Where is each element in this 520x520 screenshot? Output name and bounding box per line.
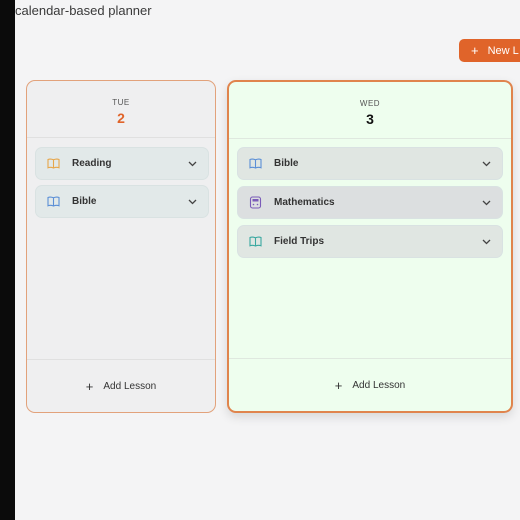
add-lesson-label: Add Lesson [352,379,406,391]
day-number: 3 [366,111,374,127]
lesson-label: Mathematics [274,197,335,208]
lesson-card[interactable]: Mathematics [237,186,503,219]
lesson-card[interactable]: Bible [237,147,503,180]
lesson-label: Reading [72,158,112,169]
lesson-label: Field Trips [274,236,325,247]
lesson-label: Bible [274,158,299,169]
day-header: WED 3 [229,82,511,139]
plus-icon: + [334,377,343,393]
chevron-down-icon[interactable] [482,159,492,169]
day-column-wed: WED 3 Bible Mathematics Field Trips + Ad… [227,80,513,413]
book-icon [248,158,262,170]
book-icon [248,236,262,248]
left-edge-strip [0,0,15,520]
plus-icon: + [471,43,479,58]
chevron-down-icon[interactable] [482,198,492,208]
chevron-down-icon[interactable] [482,237,492,247]
plus-icon: + [85,378,94,394]
book-icon [46,158,60,170]
chevron-down-icon[interactable] [188,159,198,169]
lesson-card[interactable]: Reading [35,147,209,180]
day-of-week: TUE [112,98,130,107]
book-icon [46,196,60,208]
add-lesson-label: Add Lesson [103,380,157,392]
new-button-label: New L [487,44,519,57]
lesson-card[interactable]: Bible [35,185,209,218]
lesson-card[interactable]: Field Trips [237,225,503,258]
lesson-label: Bible [72,196,97,207]
add-lesson-button[interactable]: + Add Lesson [27,359,215,412]
add-lesson-button[interactable]: + Add Lesson [229,358,511,411]
chevron-down-icon[interactable] [188,197,198,207]
day-number: 2 [117,110,125,126]
new-lesson-button[interactable]: + New L [459,39,520,62]
day-column-tue: TUE 2 Reading Bible + Add Lesson [26,80,216,413]
day-of-week: WED [359,99,381,108]
day-header: TUE 2 [27,81,215,138]
page-subtitle: calendar-based planner [15,3,152,18]
calculator-icon [248,196,262,209]
